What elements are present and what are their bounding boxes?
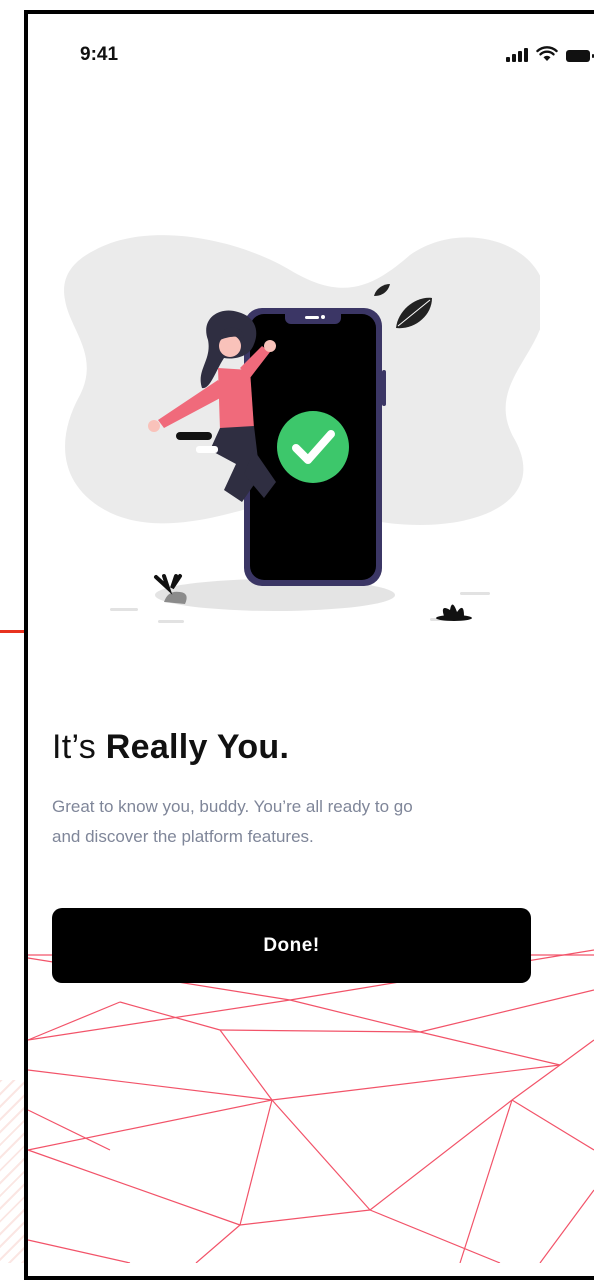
check-circle-icon bbox=[277, 411, 349, 483]
signal-icon bbox=[506, 48, 528, 62]
illustration bbox=[64, 235, 540, 623]
done-button[interactable]: Done! bbox=[52, 908, 531, 983]
plant-icon bbox=[436, 604, 472, 621]
status-icons bbox=[506, 46, 594, 62]
page-subtitle: Great to know you, buddy. You’re all rea… bbox=[52, 792, 532, 852]
subtitle-line-1: Great to know you, buddy. You’re all rea… bbox=[52, 797, 413, 816]
status-time: 9:41 bbox=[80, 44, 119, 65]
battery-icon bbox=[566, 50, 594, 62]
status-bar: 9:41 bbox=[28, 14, 594, 94]
subtitle-line-2: and discover the platform features. bbox=[52, 827, 314, 846]
page-title-light: It’s bbox=[52, 728, 106, 766]
page-title: It’s Really You. bbox=[52, 728, 289, 767]
phone-screen: 9:41 bbox=[24, 10, 594, 1280]
page-title-bold: Really You. bbox=[105, 728, 290, 766]
wifi-icon bbox=[536, 46, 558, 61]
